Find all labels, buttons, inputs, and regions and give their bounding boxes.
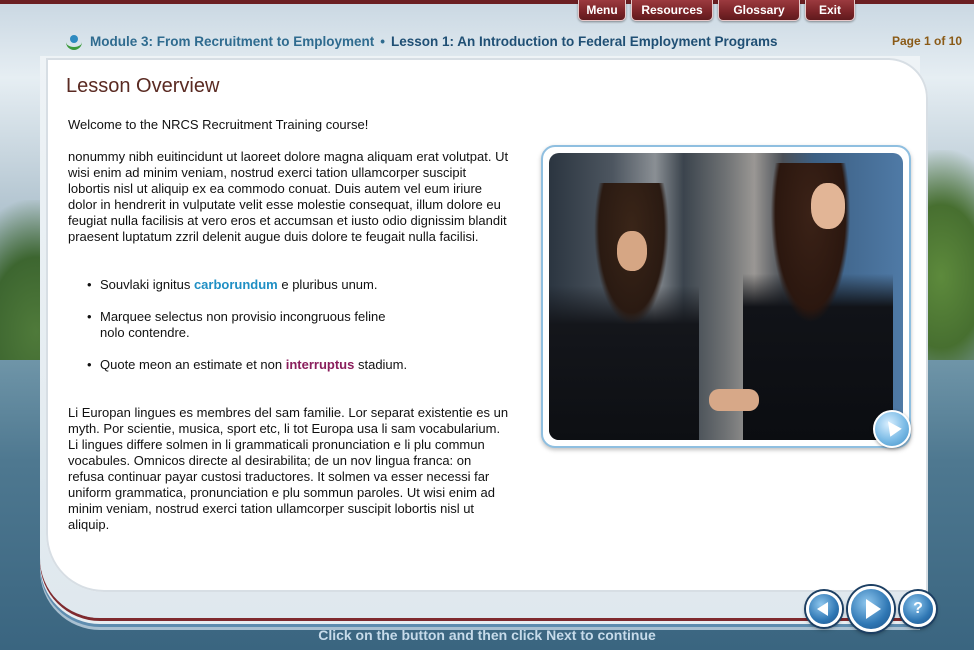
next-arrow-icon: [865, 599, 881, 619]
handshake-photo: [549, 153, 903, 440]
top-nav: Menu Resources Glossary Exit: [578, 0, 855, 21]
menu-tab[interactable]: Menu: [578, 0, 626, 21]
back-button[interactable]: [806, 591, 842, 627]
lesson-text: Welcome to the NRCS Recruitment Training…: [68, 117, 510, 533]
nrcs-logo-icon: [66, 33, 82, 50]
glossary-tab[interactable]: Glossary: [718, 0, 800, 21]
lesson-title: Lesson 1: An Introduction to Federal Emp…: [391, 33, 778, 49]
body-paragraph: Li Europan lingues es membres del sam fa…: [68, 405, 509, 532]
intro-paragraph: nonummy nibh euitincidunt ut laoreet dol…: [68, 149, 509, 244]
breadcrumb-separator: •: [380, 33, 386, 49]
keyword-link[interactable]: carborundum: [194, 277, 278, 292]
resources-tab[interactable]: Resources: [631, 0, 713, 21]
breadcrumb: Module 3: From Recruitment to Employment…: [66, 32, 974, 50]
list-item: Souvlaki ignitus carborundum e pluribus …: [87, 277, 510, 293]
navigation-controls: ?: [806, 586, 936, 632]
enlarge-arrow-icon[interactable]: [873, 410, 911, 448]
instruction-text: Click on the button and then click Next …: [318, 627, 656, 643]
help-icon: ?: [913, 600, 923, 617]
page-indicator: Page 1 of 10: [891, 34, 962, 48]
module-title: Module 3: From Recruitment to Employment: [90, 33, 375, 49]
back-arrow-icon: [817, 602, 828, 616]
bullet-list: Souvlaki ignitus carborundum e pluribus …: [87, 277, 510, 373]
lesson-photo-frame: [541, 145, 911, 448]
help-button[interactable]: ?: [900, 591, 936, 627]
welcome-text: Welcome to the NRCS Recruitment Training…: [68, 117, 369, 132]
list-item: Quote meon an estimate et non interruptu…: [87, 357, 510, 373]
list-item: Marquee selectus non provisio incongruou…: [87, 309, 410, 341]
exit-tab[interactable]: Exit: [805, 0, 855, 21]
next-button[interactable]: [848, 586, 894, 632]
page-title: Lesson Overview: [66, 75, 220, 97]
keyword-link[interactable]: interruptus: [286, 357, 355, 372]
